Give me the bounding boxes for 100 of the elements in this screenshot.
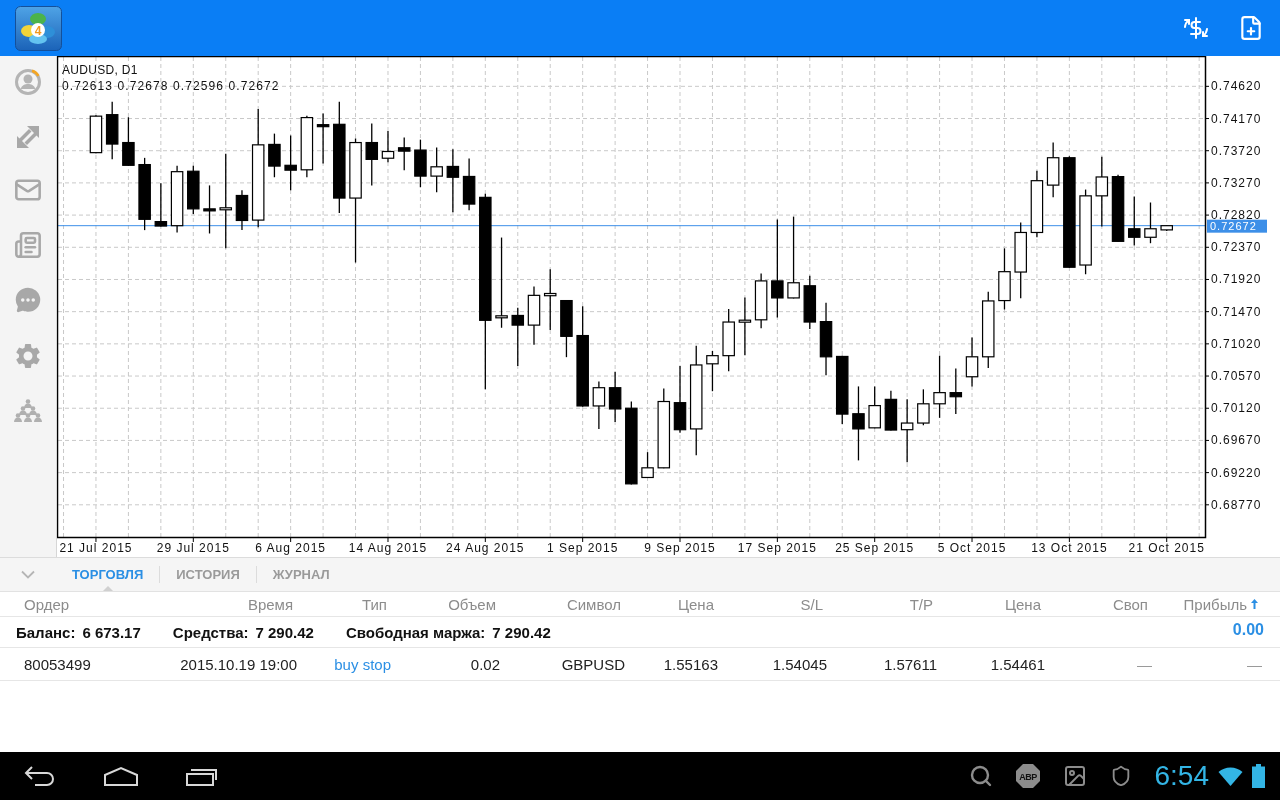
x-axis-label: 13 Oct 2015 [1031, 541, 1108, 555]
column-header[interactable]: S/L [800, 595, 823, 613]
home-icon[interactable] [103, 766, 139, 786]
y-axis-label: 0.70570 [1211, 369, 1262, 384]
candle-wick [598, 380, 600, 430]
candle-body [138, 164, 151, 220]
column-header[interactable]: Цена [1004, 595, 1041, 613]
sort-arrow-icon [1251, 599, 1258, 609]
tab[interactable]: ЖУРНАЛ [256, 558, 346, 591]
candle-wick [549, 268, 551, 331]
candle-body [754, 280, 768, 321]
new-document-icon[interactable] [1238, 15, 1264, 41]
wifi-icon [1218, 766, 1243, 786]
column-header[interactable]: Тип [362, 595, 387, 613]
column-header[interactable]: Цена [677, 595, 714, 613]
candle-body [430, 166, 443, 177]
x-axis-label: 9 Sep 2015 [644, 541, 716, 555]
candle-body [268, 143, 281, 167]
x-axis-label: 25 Sep 2015 [835, 541, 915, 555]
candle-wick [322, 112, 324, 165]
summary-value: 7 290.42 [255, 623, 314, 641]
candle-wick [387, 130, 389, 163]
candle-body [965, 356, 979, 378]
person-circle-icon[interactable] [14, 68, 42, 96]
candle-body [1144, 228, 1157, 238]
currency-exchange-icon[interactable] [1182, 15, 1210, 41]
people-group-icon[interactable] [14, 398, 42, 424]
candle-body [1079, 195, 1092, 266]
back-icon[interactable] [23, 766, 57, 786]
column-header[interactable]: Время [247, 595, 293, 613]
table-cell: GBPUSD [561, 655, 625, 673]
column-header[interactable]: Символ [566, 595, 621, 613]
candle-wick [1133, 195, 1135, 247]
candle-body [1128, 228, 1141, 238]
candle-body [170, 171, 184, 227]
y-axis-label: 0.72370 [1211, 240, 1262, 255]
candle-wick [452, 148, 454, 213]
table-cell: 1.54045 [772, 655, 827, 673]
chevron-down-icon[interactable] [21, 570, 35, 579]
candle-body [397, 147, 411, 152]
candle-wick [922, 388, 924, 426]
candle-body [803, 285, 817, 323]
summary-label: Баланс: [16, 623, 76, 641]
candle-body [868, 405, 881, 429]
candle-body [592, 387, 606, 407]
candle-body [608, 387, 622, 410]
order-type-link[interactable]: buy stop [334, 655, 391, 673]
candle-wick [1149, 201, 1152, 244]
tab[interactable]: ИСТОРИЯ [160, 558, 256, 591]
tab[interactable]: ТОРГОВЛЯ [56, 558, 160, 591]
diagonal-arrows-icon[interactable] [14, 123, 42, 149]
candle-body [89, 115, 103, 154]
candle-body [787, 282, 800, 299]
x-axis-label: 21 Jul 2015 [59, 541, 133, 555]
app-logo[interactable]: 4 [15, 5, 62, 51]
column-header[interactable]: Ордер [24, 595, 70, 613]
candle-body [722, 321, 735, 357]
candle-body [414, 149, 427, 177]
settings-icon[interactable] [13, 341, 43, 371]
ohlc-readout: 0.72613 0.72678 0.72596 0.72672 [62, 79, 280, 93]
mail-icon[interactable] [14, 176, 42, 204]
table-cell: 0.02 [470, 655, 500, 673]
x-axis-label: 24 Aug 2015 [446, 541, 525, 555]
column-header[interactable]: T/P [909, 595, 933, 613]
candle-body [819, 321, 833, 358]
table-cell: 80053499 [24, 655, 91, 673]
summary-label: Средства: [172, 623, 249, 641]
candle-body [446, 165, 460, 178]
chat-bubble-icon[interactable] [14, 286, 42, 314]
candle-body [657, 400, 671, 469]
x-axis-label: 29 Jul 2015 [156, 541, 230, 555]
candle-body [1160, 225, 1173, 231]
candle-wick [955, 367, 957, 415]
y-axis-label: 0.73270 [1211, 175, 1262, 190]
candle-body [982, 300, 995, 358]
table-cell: 1.55163 [663, 655, 718, 673]
candle-wick [906, 398, 908, 463]
total-profit: 0.00 [1232, 620, 1264, 640]
table-cell: 1.54461 [990, 655, 1045, 673]
newspaper-icon[interactable] [14, 231, 42, 259]
candle-body [835, 355, 849, 415]
column-header[interactable]: Объем [448, 595, 496, 613]
x-axis-label: 6 Aug 2015 [255, 541, 326, 555]
candle-body [738, 319, 752, 323]
table-cell: 1.57611 [883, 655, 937, 673]
candle-wick [290, 134, 292, 191]
y-axis-label: 0.74170 [1211, 111, 1262, 126]
candle-wick [614, 371, 616, 423]
x-axis-label: 17 Sep 2015 [737, 541, 817, 555]
candle-wick [371, 122, 373, 187]
recent-apps-icon[interactable] [185, 766, 219, 786]
candle-body [203, 208, 216, 212]
candle-body [235, 194, 249, 222]
search-icon [968, 764, 993, 788]
clock: 6:54 [1154, 760, 1209, 792]
column-header[interactable]: Своп [1112, 595, 1148, 613]
candle-wick [436, 146, 438, 193]
y-axis-label: 0.68770 [1211, 497, 1262, 512]
column-header[interactable]: Прибыль [1183, 595, 1258, 613]
candle-body [1095, 176, 1109, 197]
